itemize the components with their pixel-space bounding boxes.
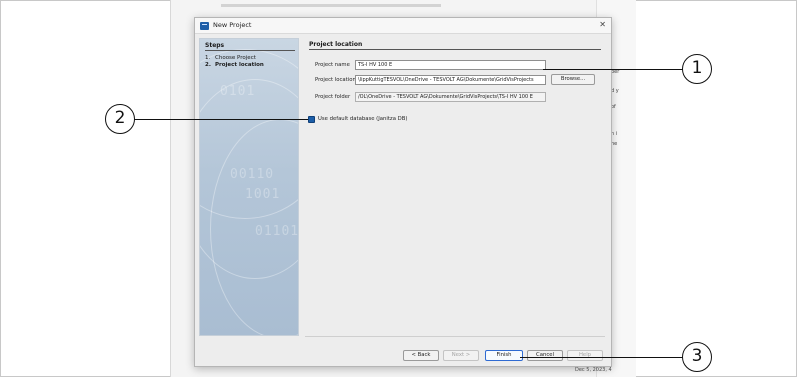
- finish-button[interactable]: Finish: [485, 350, 523, 361]
- background-text-line: [221, 4, 441, 7]
- step-label: Project location: [215, 62, 264, 68]
- callout-1: 1: [682, 54, 712, 84]
- step-number: 2.: [205, 62, 211, 68]
- decorative-binary: 01101: [255, 224, 299, 239]
- project-folder-label: Project folder: [315, 94, 351, 100]
- project-location-input[interactable]: \lippKuttigTESVOL\OneDrive - TESVOLT AG\…: [355, 75, 546, 85]
- callout-3: 3: [682, 342, 712, 372]
- project-folder-field: /OL\OneDrive - TESVOLT AG\Dokumente\Grid…: [355, 92, 546, 102]
- use-default-database-checkbox[interactable]: [308, 116, 315, 123]
- use-default-database-label: Use default database (Janitza DB): [318, 116, 408, 122]
- help-button[interactable]: Help: [567, 350, 603, 361]
- project-location-panel: Project location Project name TS-I HV 10…: [305, 38, 605, 337]
- dialog-titlebar[interactable]: New Project ✕: [195, 18, 611, 34]
- steps-panel: 0101 00110 1001 01101 Steps 1. Choose Pro…: [199, 38, 299, 336]
- dialog-footer-divider: [305, 336, 605, 337]
- steps-divider: [205, 50, 295, 51]
- background-snippet: d y: [611, 88, 619, 94]
- step-item-active: 2. Project location: [205, 62, 264, 68]
- decorative-binary: 1001: [245, 187, 281, 202]
- project-name-input[interactable]: TS-I HV 100 E: [355, 60, 546, 70]
- background-date: Dec 5, 2023, 4: [575, 367, 612, 373]
- cancel-button[interactable]: Cancel: [527, 350, 563, 361]
- steps-title: Steps: [205, 42, 225, 49]
- next-button[interactable]: Next >: [443, 350, 479, 361]
- callout-1-leader: [543, 69, 683, 70]
- project-location-label: Project location: [315, 77, 356, 83]
- step-number: 1.: [205, 55, 211, 61]
- project-name-label: Project name: [315, 62, 350, 68]
- browse-button[interactable]: Browse...: [551, 74, 595, 85]
- callout-3-leader: [520, 357, 683, 358]
- decorative-binary: 00110: [230, 167, 275, 182]
- back-button[interactable]: < Back: [403, 350, 439, 361]
- step-item: 1. Choose Project: [205, 55, 256, 61]
- section-divider: [309, 49, 601, 50]
- decorative-binary: 0101: [220, 84, 256, 99]
- callout-2-leader: [134, 119, 308, 120]
- section-title: Project location: [309, 41, 363, 48]
- gridvis-app-icon: [200, 22, 209, 30]
- callout-2: 2: [105, 104, 135, 134]
- close-icon[interactable]: ✕: [599, 20, 606, 29]
- dialog-title: New Project: [213, 21, 252, 29]
- step-label: Choose Project: [215, 55, 256, 61]
